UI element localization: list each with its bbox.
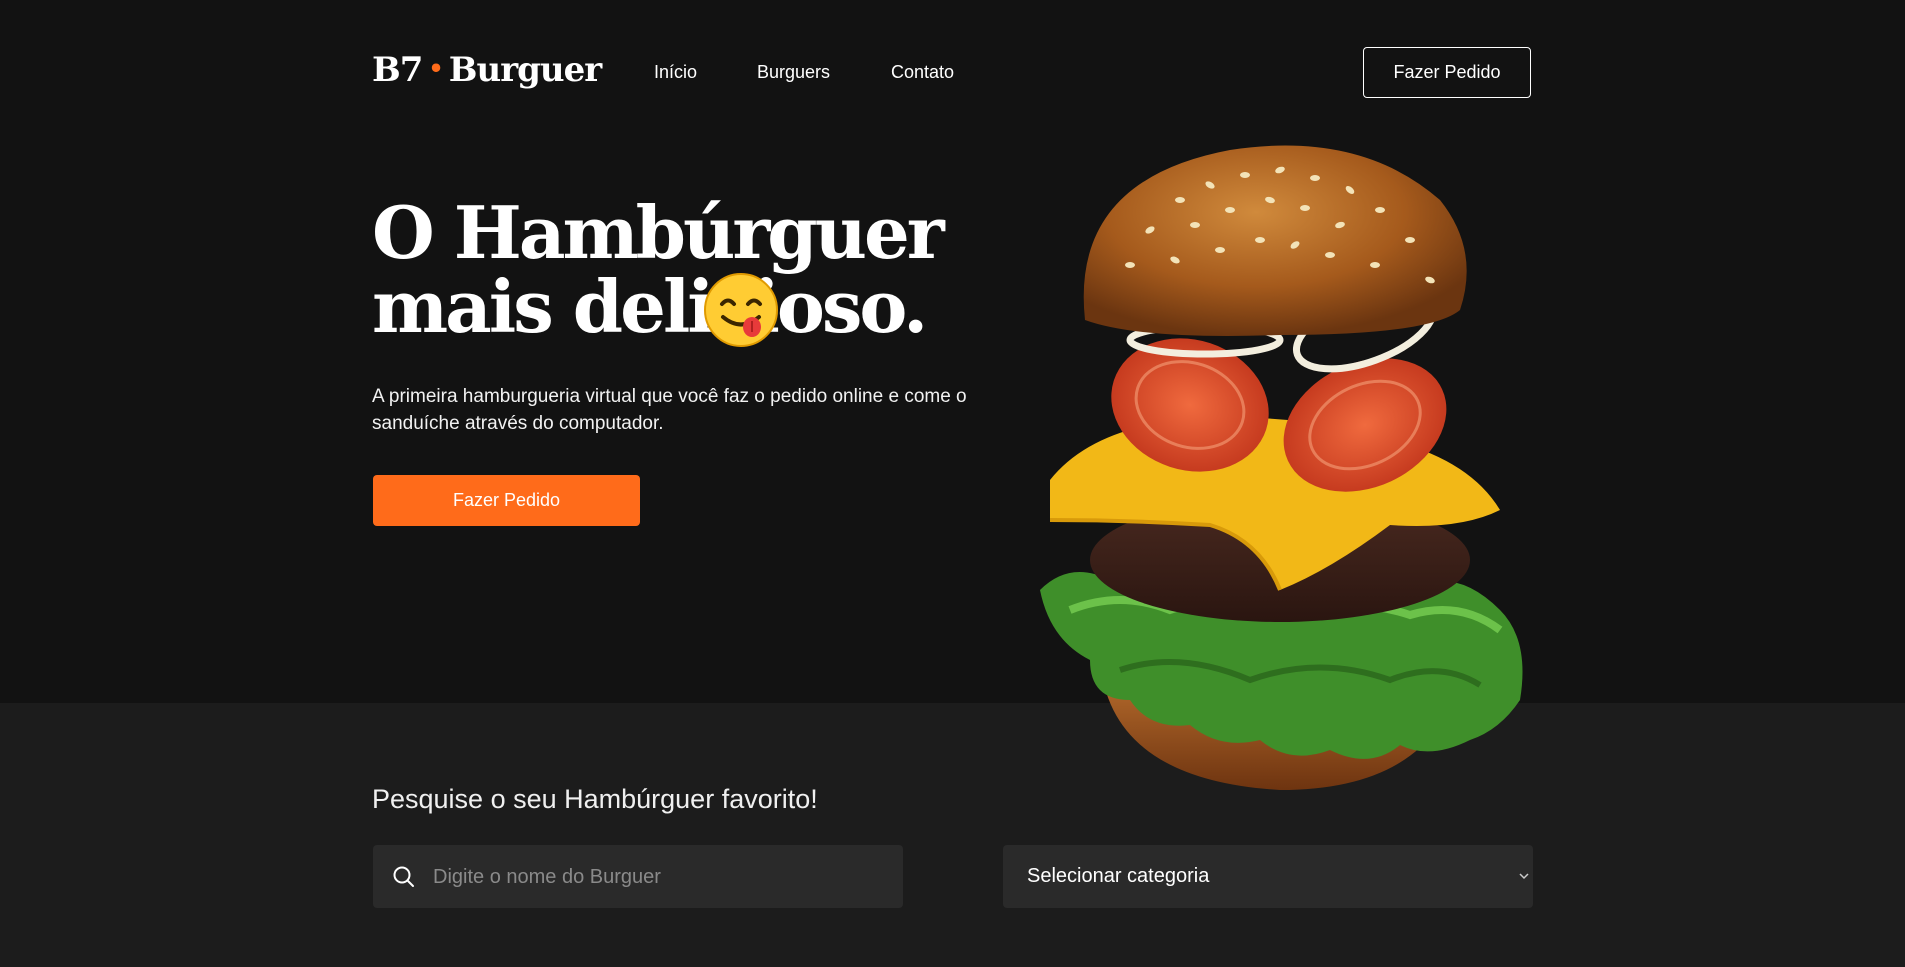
hero-section	[0, 0, 1905, 703]
chevron-down-icon	[1519, 873, 1529, 880]
search-section	[0, 703, 1905, 967]
brand-logo-part2: Burguer	[448, 50, 602, 90]
search-section-title: Pesquise o seu Hambúrguer favorito!	[372, 784, 818, 814]
brand-logo-part1: B7	[372, 50, 423, 90]
brand-logo-separator: •	[428, 54, 443, 83]
hero-subtitle: A primeira hamburgueria virtual que você…	[372, 386, 967, 434]
category-select-value: Selecionar categoria	[1027, 865, 1210, 887]
floating-burger-image	[1040, 145, 1523, 790]
category-select[interactable]: Selecionar categoria	[1003, 845, 1533, 908]
header-order-button[interactable]: Fazer Pedido	[1363, 47, 1531, 98]
yum-face-emoji-icon	[704, 273, 778, 347]
search-icon	[393, 866, 414, 887]
hero-order-button[interactable]: Fazer Pedido	[373, 475, 640, 526]
nav-link-inicio[interactable]: Início	[654, 62, 697, 83]
nav-link-contato[interactable]: Contato	[891, 62, 954, 83]
search-input[interactable]	[431, 845, 895, 910]
search-field[interactable]	[373, 845, 903, 910]
brand-logo[interactable]: B7 • Burguer	[372, 50, 602, 90]
nav-link-burguers[interactable]: Burguers	[757, 62, 830, 83]
